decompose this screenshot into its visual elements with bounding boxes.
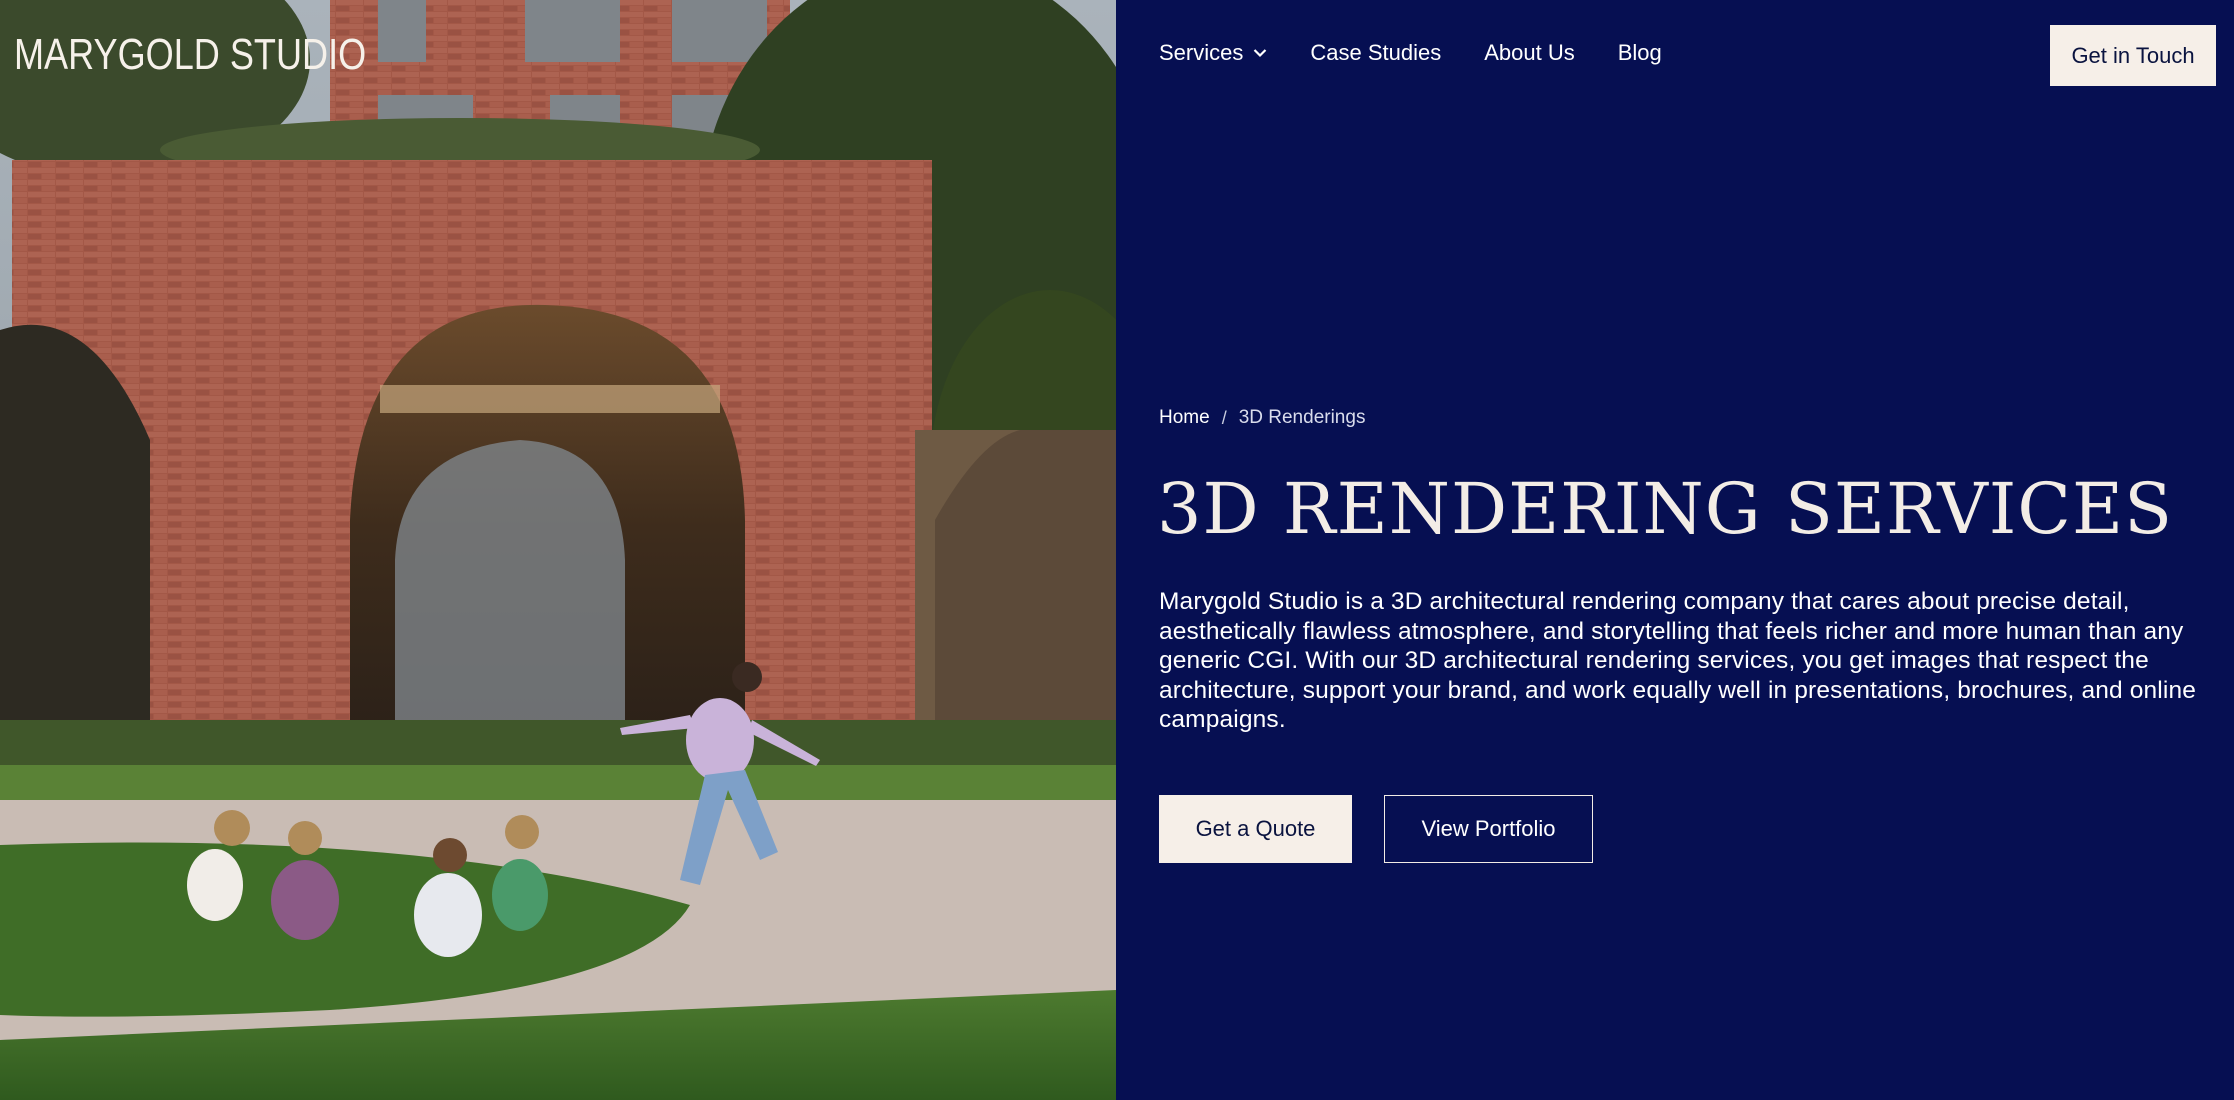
chevron-down-icon: [1254, 49, 1267, 58]
nav-item-blog[interactable]: Blog: [1618, 40, 1662, 66]
nav-item-label: Case Studies: [1310, 40, 1442, 65]
get-in-touch-button[interactable]: Get in Touch: [2050, 25, 2216, 86]
hero-image: MARYGOLD STUDIO: [0, 0, 1116, 1100]
nav-item-label: Blog: [1617, 40, 1662, 65]
hero-buttons: Get a Quote View Portfolio: [1159, 795, 1593, 863]
nav-item-services[interactable]: Services: [1159, 40, 1267, 66]
intro-paragraph: Marygold Studio is a 3D architectural re…: [1159, 588, 2197, 733]
breadcrumb-home-link[interactable]: Home: [1159, 407, 1210, 429]
content-panel: Services Case Studies About Us Blog Get …: [1116, 0, 2234, 1100]
main-nav: Services Case Studies About Us Blog: [1159, 40, 1705, 66]
nav-item-label: Services: [1159, 40, 1244, 65]
page-title: 3D RENDERING SERVICES: [1157, 468, 2174, 550]
get-a-quote-button[interactable]: Get a Quote: [1159, 795, 1352, 863]
logo[interactable]: MARYGOLD STUDIO: [14, 30, 366, 80]
nav-item-label: About Us: [1484, 40, 1575, 65]
breadcrumb: Home / 3D Renderings: [1159, 407, 1365, 429]
breadcrumb-separator: /: [1221, 407, 1227, 428]
nav-item-case-studies[interactable]: Case Studies: [1310, 40, 1441, 66]
architectural-rendering-illustration: [0, 0, 1116, 1100]
breadcrumb-current: 3D Renderings: [1238, 407, 1366, 428]
view-portfolio-button[interactable]: View Portfolio: [1384, 795, 1593, 863]
nav-item-about-us[interactable]: About Us: [1484, 40, 1575, 66]
